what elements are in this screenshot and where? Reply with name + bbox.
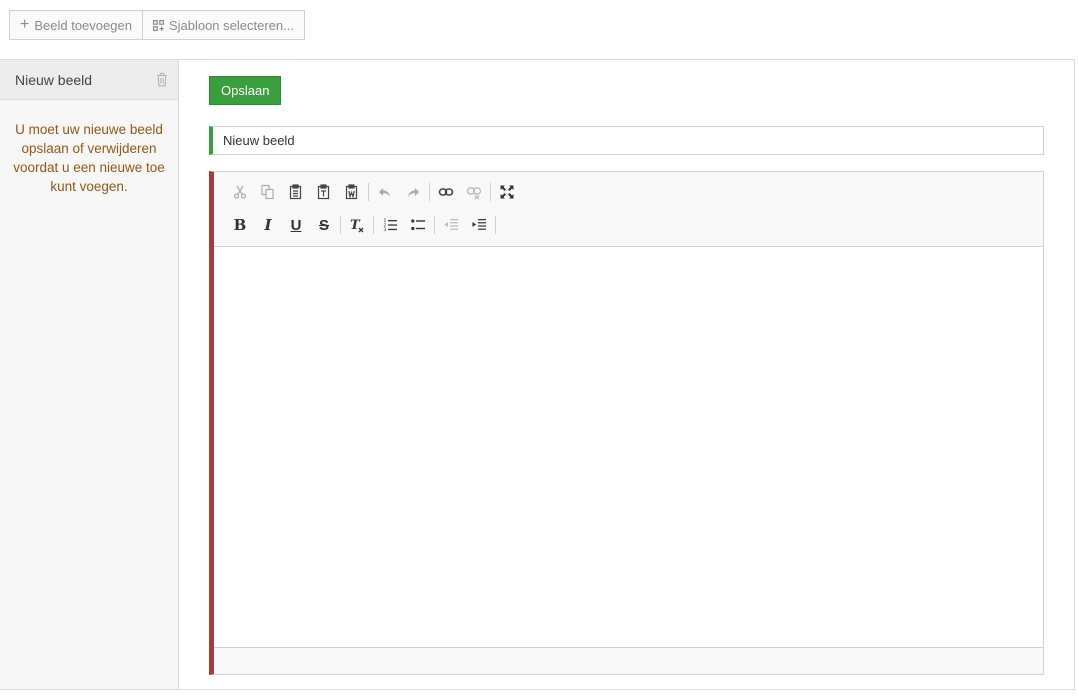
- toolbar-row-2: B I U S T 123: [226, 213, 498, 237]
- paste-text-icon[interactable]: [310, 180, 338, 204]
- link-icon[interactable]: [432, 180, 460, 204]
- select-template-label: Sjabloon selecteren...: [168, 17, 294, 33]
- toolbar-separator: [373, 216, 374, 234]
- content-area: Opslaan Nieuw beeld B I U S T 1 2 3: [180, 60, 1074, 689]
- add-image-button[interactable]: + Beeld toevoegen: [9, 10, 143, 40]
- numbered-list-icon[interactable]: 123: [376, 213, 404, 237]
- decrease-indent-icon[interactable]: [437, 213, 465, 237]
- plus-icon: +: [20, 16, 30, 33]
- editor-content-area[interactable]: [214, 247, 1043, 647]
- sidebar-note: U moet uw nieuwe beeld opslaan of verwij…: [13, 122, 165, 194]
- toolbar-separator: [434, 216, 435, 234]
- main-frame: Nieuw beeld U moet uw nieuwe beeld opsla…: [0, 59, 1075, 690]
- underline-icon[interactable]: U: [282, 213, 310, 237]
- unlink-icon[interactable]: [460, 180, 488, 204]
- trash-icon[interactable]: [156, 72, 168, 87]
- sidebar-item-label: Nieuw beeld: [15, 71, 93, 88]
- sidebar-item-new-image[interactable]: Nieuw beeld: [0, 60, 178, 100]
- editor-status-bar: [214, 647, 1043, 674]
- italic-icon[interactable]: I: [254, 213, 282, 237]
- bold-glyph: B: [233, 216, 247, 234]
- increase-indent-icon[interactable]: [465, 213, 493, 237]
- italic-glyph: I: [264, 216, 272, 234]
- sidebar: Nieuw beeld U moet uw nieuwe beeld opsla…: [0, 60, 179, 689]
- toolbar-separator: [495, 216, 496, 234]
- remove-format-icon[interactable]: T: [343, 213, 371, 237]
- underline-glyph: U: [290, 216, 302, 234]
- redo-icon[interactable]: [399, 180, 427, 204]
- copy-icon[interactable]: [254, 180, 282, 204]
- bulleted-list-icon[interactable]: [404, 213, 432, 237]
- maximize-icon[interactable]: [493, 180, 521, 204]
- add-image-label: Beeld toevoegen: [34, 17, 132, 33]
- undo-icon[interactable]: [371, 180, 399, 204]
- editor-toolbar: B I U S T 123: [214, 172, 1043, 247]
- paste-word-icon[interactable]: [338, 180, 366, 204]
- title-input[interactable]: [209, 126, 1044, 155]
- strikethrough-icon[interactable]: S: [310, 213, 338, 237]
- paste-icon[interactable]: [282, 180, 310, 204]
- save-button[interactable]: Opslaan: [209, 76, 282, 105]
- toolbar-separator: [429, 183, 430, 201]
- bold-icon[interactable]: B: [226, 213, 254, 237]
- toolbar-row-1: [226, 180, 521, 204]
- cut-icon[interactable]: [226, 180, 254, 204]
- rich-text-editor: B I U S T 123: [209, 171, 1044, 675]
- template-icon: [152, 19, 164, 31]
- toolbar-separator: [340, 216, 341, 234]
- svg-text:3: 3: [384, 227, 387, 233]
- toolbar-separator: [368, 183, 369, 201]
- toolbar-separator: [490, 183, 491, 201]
- select-template-button[interactable]: Sjabloon selecteren...: [142, 10, 305, 40]
- strike-glyph: S: [318, 216, 329, 234]
- top-toolbar: + Beeld toevoegen Sjabloon selecteren...: [9, 10, 305, 40]
